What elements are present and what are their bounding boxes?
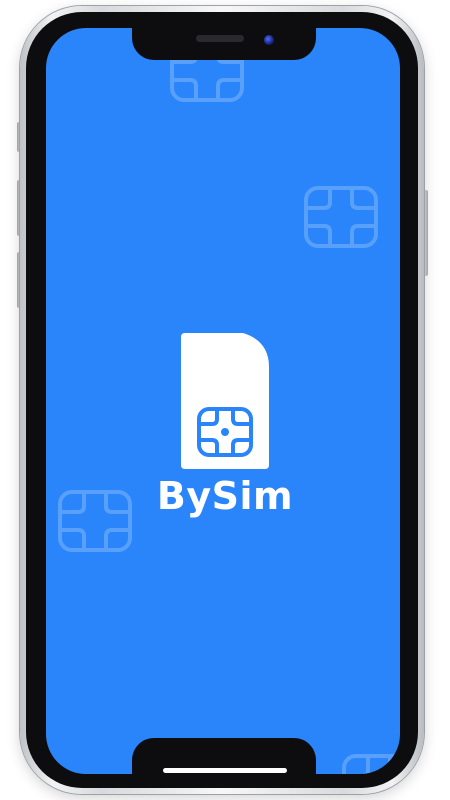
- top-notch: [132, 24, 316, 60]
- sim-chip-watermark-bottom: [342, 754, 400, 774]
- sim-chip-watermark-right: [304, 186, 378, 248]
- speaker-grille: [196, 35, 244, 42]
- sim-chip-icon: [304, 186, 378, 248]
- splash-mockup: BySim: [0, 0, 450, 800]
- sim-chip-icon: [342, 754, 400, 774]
- power-button: [424, 190, 428, 276]
- sim-card-icon: [181, 333, 269, 469]
- front-camera: [264, 35, 274, 45]
- home-indicator[interactable]: [163, 768, 287, 773]
- brand-name: BySim: [156, 474, 294, 518]
